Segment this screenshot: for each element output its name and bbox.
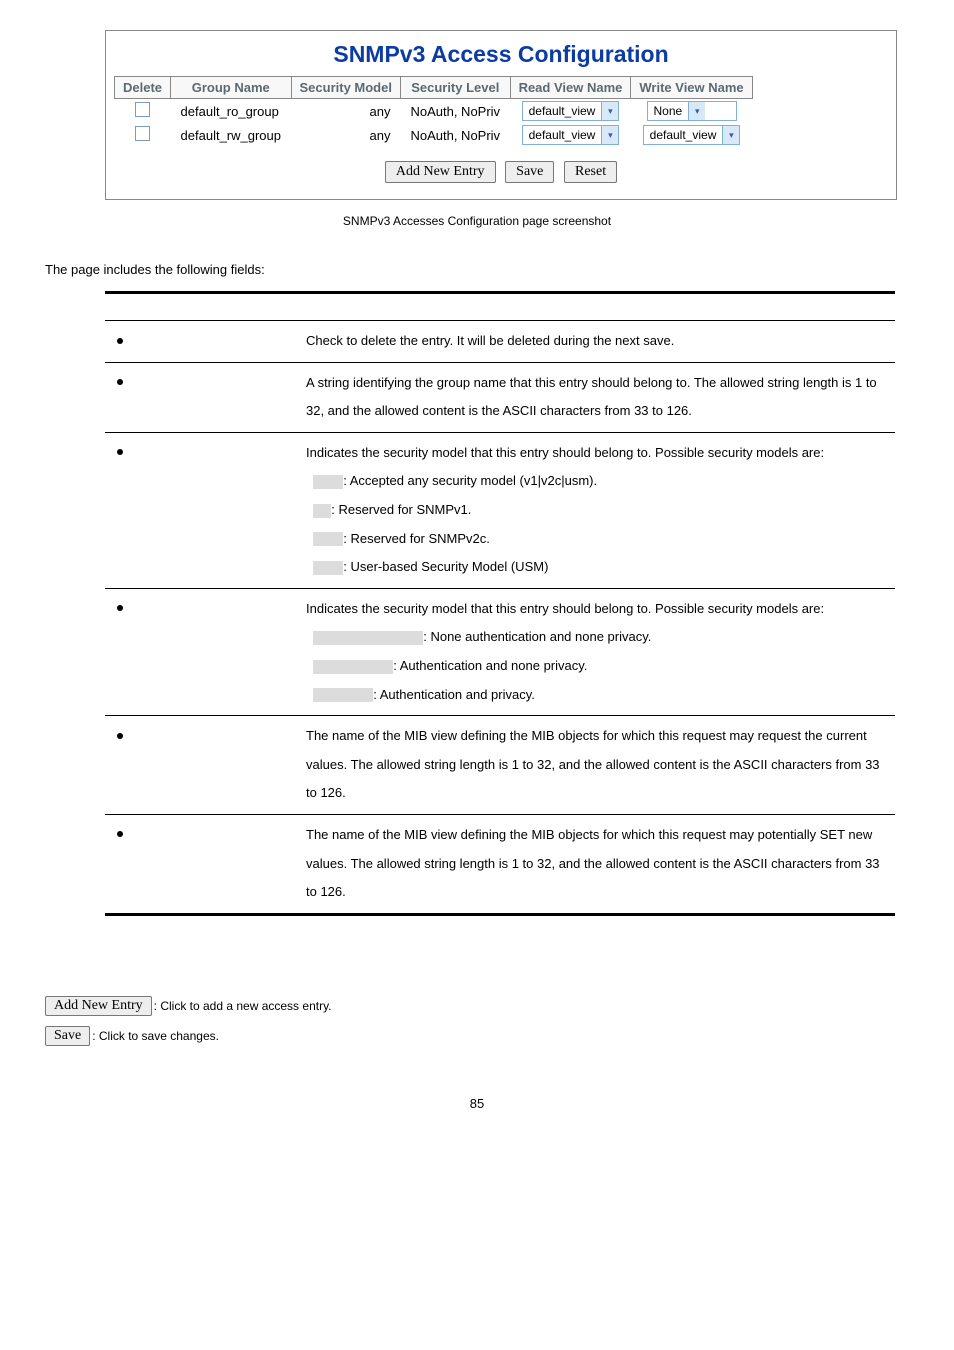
field-desc: A string identifying the group name that… (302, 362, 895, 432)
bullet-icon (117, 605, 123, 611)
write-view-select[interactable]: default_view▾ (643, 125, 741, 145)
term-placeholder (313, 504, 331, 518)
term-placeholder (313, 631, 423, 645)
term-placeholder (313, 660, 393, 674)
field-desc: The name of the MIB view defining the MI… (302, 814, 895, 914)
footer-add: Add New Entry : Click to add a new acces… (45, 996, 909, 1016)
add-new-entry-button[interactable]: Add New Entry (385, 161, 496, 183)
field-desc: Indicates the security model that this e… (302, 432, 895, 588)
read-view-select[interactable]: default_view▾ (522, 101, 620, 121)
reset-button[interactable]: Reset (564, 161, 617, 183)
bullet-icon (117, 831, 123, 837)
save-button[interactable]: Save (505, 161, 554, 183)
bullet-icon (117, 733, 123, 739)
chevron-down-icon: ▾ (722, 126, 739, 144)
fields-table: Check to delete the entry. It will be de… (105, 291, 895, 916)
chevron-down-icon: ▾ (688, 102, 705, 120)
delete-checkbox[interactable] (135, 102, 150, 117)
bullet-icon (117, 338, 123, 344)
read-view-select[interactable]: default_view▾ (522, 125, 620, 145)
col-level: Security Level (400, 77, 510, 99)
cell-level: NoAuth, NoPriv (400, 123, 510, 147)
col-model: Security Model (291, 77, 400, 99)
cell-model: any (291, 123, 400, 147)
add-new-entry-button[interactable]: Add New Entry (45, 996, 152, 1016)
write-view-select[interactable]: None▾ (647, 101, 737, 121)
col-group: Group Name (171, 77, 291, 99)
term-placeholder (313, 475, 343, 489)
field-desc: Indicates the security model that this e… (302, 588, 895, 715)
table-row: default_ro_group any NoAuth, NoPriv defa… (115, 99, 753, 124)
panel-title: SNMPv3 Access Configuration (106, 31, 896, 76)
term-placeholder (313, 561, 343, 575)
cell-group: default_rw_group (171, 123, 291, 147)
term-placeholder (313, 688, 373, 702)
col-read: Read View Name (510, 77, 631, 99)
table-row: default_rw_group any NoAuth, NoPriv defa… (115, 123, 753, 147)
term-placeholder (313, 532, 343, 546)
chevron-down-icon: ▾ (601, 102, 618, 120)
cell-level: NoAuth, NoPriv (400, 99, 510, 124)
chevron-down-icon: ▾ (601, 126, 618, 144)
save-button[interactable]: Save (45, 1026, 90, 1046)
config-panel: SNMPv3 Access Configuration Delete Group… (105, 30, 897, 200)
intro-text: The page includes the following fields: (45, 262, 909, 277)
field-desc: Check to delete the entry. It will be de… (302, 321, 895, 363)
field-desc: The name of the MIB view defining the MI… (302, 716, 895, 815)
cell-group: default_ro_group (171, 99, 291, 124)
button-row: Add New Entry Save Reset (106, 147, 896, 199)
footer-save: Save : Click to save changes. (45, 1026, 909, 1046)
config-table: Delete Group Name Security Model Securit… (114, 76, 753, 147)
page-number: 85 (45, 1096, 909, 1111)
cell-model: any (291, 99, 400, 124)
bullet-icon (117, 379, 123, 385)
delete-checkbox[interactable] (135, 126, 150, 141)
col-write: Write View Name (631, 77, 752, 99)
bullet-icon (117, 449, 123, 455)
figure-caption: SNMPv3 Accesses Configuration page scree… (45, 214, 909, 228)
col-delete: Delete (115, 77, 171, 99)
